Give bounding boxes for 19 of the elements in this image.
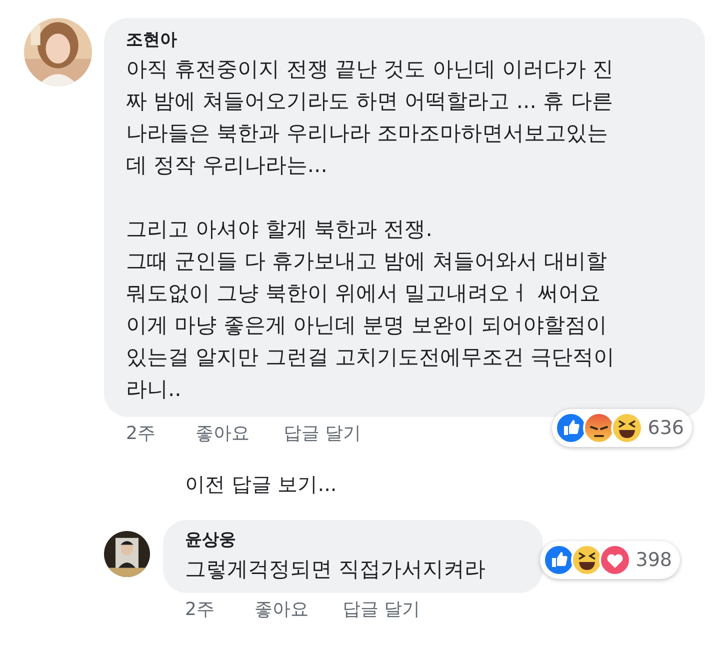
like-icon [542,544,575,576]
author-name: 윤상웅 [185,529,237,551]
like-icon [554,412,587,444]
timestamp: 2주 [126,422,156,445]
laughing-face-icon [570,544,603,576]
comment-text: 그리고 아셔야 할게 북한과 전쟁. 그때 군인들 다 휴가보내고 밤에 쳐들어와서 대비할 뭐도없이 그냥 북한이 위에서 밀고내려오ㅓ 써어요 이게 마냥 좋은게 아닌데 분명 보완이 되어야할점이 있는걸 알지만 그런걸 고치기도전에무조건 극단적이 라니.. [126,216,616,403]
like-link[interactable]: 좋아요 [195,421,250,445]
reply-link[interactable]: 답글 달기 [283,421,362,445]
reaction-summary[interactable]: 636 [552,409,692,447]
view-previous-replies-link[interactable]: 이전 답글 보기... [185,471,337,498]
comment-text: 그렇게걱정되면 직접가서지켜라 [185,556,487,583]
author-name: 조현아 [126,29,178,51]
comment-text: 아직 휴전중이지 전쟁 끝난 것도 아닌데 이러다가 진 짜 밤에 쳐들어오기라도 하면 어떡할라고 ... 휴 다른 나라들은 북한과 우리나라 조마조마하면서보고있는 데 정작 우리나라는... [126,56,615,179]
laughing-face-icon [610,412,643,444]
reply-link[interactable]: 답글 달기 [342,597,420,621]
reaction-summary[interactable]: 398 [540,541,680,579]
angry-face-icon [582,412,615,444]
timestamp: 2주 [185,598,214,621]
like-link[interactable]: 좋아요 [254,597,308,621]
